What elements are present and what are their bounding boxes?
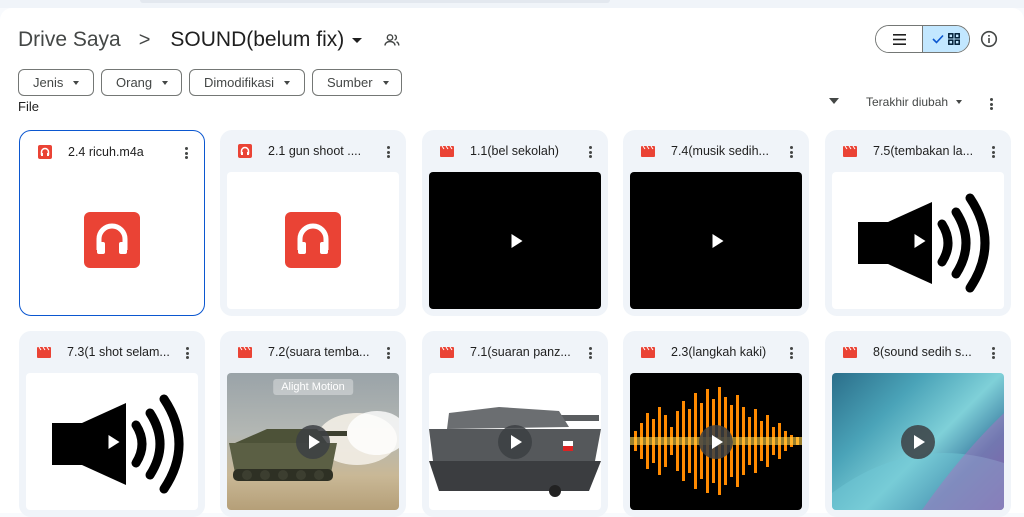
watermark-text: Alight Motion [273,379,353,395]
file-card[interactable]: 7.3(1 shot selam... [19,331,205,517]
file-card[interactable]: 7.2(suara temba... Alight Motion [220,331,406,517]
play-icon [296,424,330,459]
file-card[interactable]: 2.4 ricuh.m4a [19,130,205,316]
sort-direction-icon[interactable] [829,98,839,104]
breadcrumb-root[interactable]: Drive Saya [18,28,121,52]
video-file-icon [440,145,454,157]
more-options-icon[interactable] [589,347,592,359]
more-options-icon[interactable] [992,146,995,158]
file-name: 7.5(tembakan la... [873,144,974,158]
breadcrumb: Drive Saya > SOUND(belum fix) [18,26,400,54]
more-options-icon[interactable] [185,147,188,159]
file-card[interactable]: 7.1(suaran panz... [422,331,608,517]
audio-file-icon [38,145,52,159]
file-thumbnail [630,373,802,510]
dropdown-arrow-icon [73,80,80,85]
more-options-icon[interactable] [387,146,390,158]
folder-menu-caret-icon[interactable] [352,37,363,43]
file-card[interactable]: 1.1(bel sekolah) [422,130,608,316]
video-file-icon [843,346,857,358]
file-thumbnail: Alight Motion [227,373,399,510]
more-options-icon[interactable] [790,347,793,359]
video-file-icon [37,346,51,358]
file-name: 1.1(bel sekolah) [470,144,559,158]
file-name: 7.3(1 shot selam... [67,345,170,359]
video-file-icon [843,145,857,157]
file-thumbnail [832,373,1004,510]
breadcrumb-current-folder[interactable]: SOUND(belum fix) [170,28,344,52]
grid-view-button[interactable] [923,26,969,52]
filter-type[interactable]: Jenis [18,69,94,96]
play-icon [901,424,935,459]
filter-modified-label: Dimodifikasi [204,75,275,90]
file-thumbnail [429,172,601,309]
file-thumbnail [26,373,198,510]
video-file-icon [238,346,252,358]
file-name: 7.4(musik sedih... [671,144,769,158]
file-card[interactable]: 8(sound sedih s... [825,331,1011,517]
list-view-button[interactable] [876,26,923,52]
sort-label: Terakhir diubah [866,96,949,108]
more-options-icon[interactable] [790,146,793,158]
file-thumbnail [429,373,601,510]
top-strip [0,0,1024,8]
filter-type-label: Jenis [33,75,64,90]
file-name: 2.4 ricuh.m4a [68,145,144,159]
filter-people[interactable]: Orang [101,69,182,96]
view-toggle [875,25,970,53]
more-options-icon[interactable] [387,347,390,359]
section-heading: File [18,99,39,114]
dropdown-arrow-icon [956,100,963,104]
file-name: 7.1(suaran panz... [470,345,571,359]
file-card[interactable]: 7.4(musik sedih... [623,130,809,316]
more-options-icon[interactable] [990,98,994,110]
checkmark-icon [932,34,944,44]
file-thumbnail [630,172,802,309]
audio-icon [83,211,140,268]
filter-people-label: Orang [116,75,153,90]
filter-source[interactable]: Sumber [312,69,402,96]
more-options-icon[interactable] [992,347,995,359]
sort-menu[interactable]: Terakhir diubah [866,96,963,108]
grid-icon [948,33,960,45]
file-thumbnail [227,172,399,309]
play-icon [498,424,532,459]
play-icon [914,233,926,248]
file-name: 2.3(langkah kaki) [671,345,767,359]
info-icon[interactable] [980,30,998,48]
file-name: 7.2(suara temba... [268,345,370,359]
shared-people-icon[interactable] [384,32,400,48]
video-file-icon [440,346,454,358]
file-card[interactable]: 2.1 gun shoot .... [220,130,406,316]
filter-modified[interactable]: Dimodifikasi [189,69,305,96]
play-icon [108,434,120,449]
file-card[interactable]: 7.5(tembakan la... [825,130,1011,316]
audio-file-icon [238,144,252,158]
more-options-icon[interactable] [589,146,592,158]
breadcrumb-separator: > [138,28,151,51]
video-file-icon [641,145,655,157]
dropdown-arrow-icon [162,80,169,85]
file-thumbnail [832,172,1004,309]
play-icon [699,424,733,459]
file-name: 8(sound sedih s... [873,345,972,359]
video-file-icon [641,346,655,358]
list-icon [892,33,906,45]
play-icon [712,233,724,248]
play-icon [511,233,523,248]
more-options-icon[interactable] [186,347,189,359]
dropdown-arrow-icon [284,80,291,85]
audio-icon [285,212,341,268]
file-name: 2.1 gun shoot .... [268,144,362,158]
filter-bar: Jenis Orang Dimodifikasi Sumber [18,69,402,96]
search-bar-edge [140,0,610,3]
filter-source-label: Sumber [327,75,373,90]
file-thumbnail [25,171,198,309]
dropdown-arrow-icon [382,80,389,85]
file-card[interactable]: 2.3(langkah kaki) [623,331,809,517]
